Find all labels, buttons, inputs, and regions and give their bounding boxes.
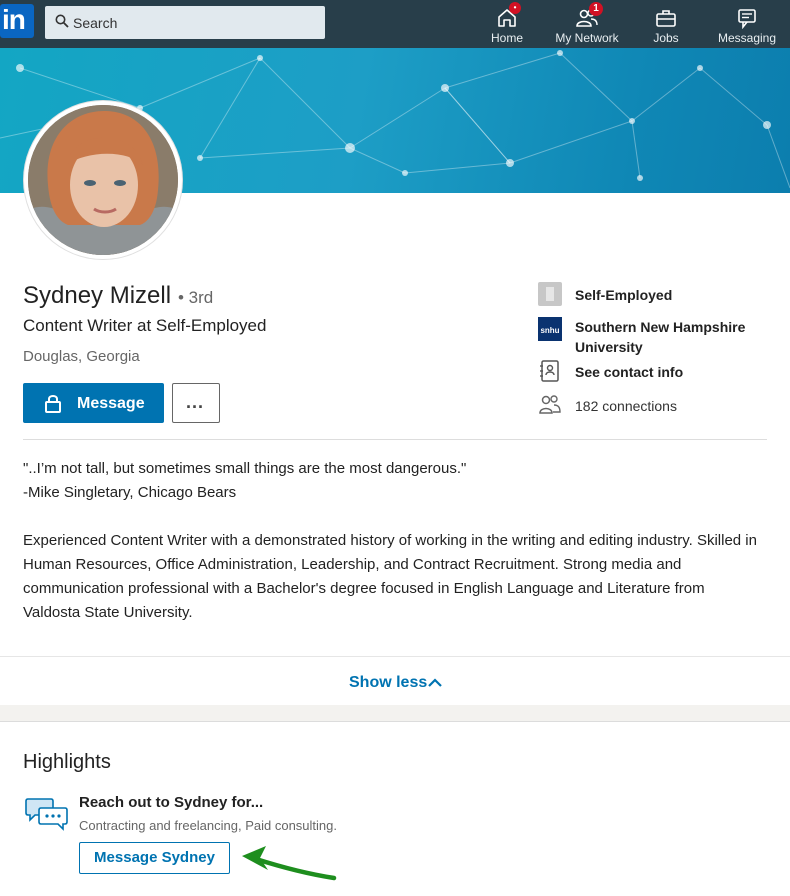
message-sydney-button[interactable]: Message Sydney [79, 842, 230, 874]
show-less-link[interactable]: Show less [349, 674, 427, 692]
nav-my-network-label: My Network [555, 31, 619, 45]
profile-name: Sydney Mizell [23, 282, 172, 309]
contact-info-label: See contact info [575, 364, 684, 380]
highlights-section: Highlights Reach out to Sydney for... Co… [0, 721, 790, 896]
more-dots-icon: ... [186, 392, 205, 412]
top-nav-bar: in Search • Home 1 My Network Jobs Messa… [0, 0, 790, 48]
highlights-title: Highlights [23, 751, 111, 773]
network-badge: 1 [589, 2, 603, 16]
nav-home-label: Home [490, 31, 523, 45]
company-icon [538, 282, 562, 306]
profile-headline: Content Writer at Self-Employed [23, 316, 267, 335]
profile-location: Douglas, Georgia [23, 348, 140, 365]
chevron-up-icon [428, 678, 442, 687]
svg-text:snhu: snhu [540, 326, 559, 335]
briefcase-icon [656, 10, 676, 27]
nav-my-network[interactable]: 1 My Network [549, 0, 625, 48]
profile-photo-image [28, 105, 178, 255]
show-less-bar[interactable]: Show less [0, 656, 790, 705]
nav-jobs-label: Jobs [653, 31, 679, 45]
connections-icon [539, 395, 561, 414]
highlights-heading: Reach out to Sydney for... [79, 794, 264, 811]
search-icon [55, 14, 69, 28]
address-book-icon [540, 360, 559, 382]
connections-label: 182 connections [575, 398, 677, 414]
nav-messaging-label: Messaging [717, 31, 777, 45]
summary-quote-line-2: -Mike Singletary, Chicago Bears [23, 484, 237, 501]
linkedin-logo[interactable]: in [0, 4, 34, 38]
snhu-logo-icon: snhu [538, 317, 562, 341]
home-notification-dot: • [509, 2, 521, 14]
summary-divider [23, 439, 767, 440]
messaging-icon [738, 9, 756, 29]
connection-degree: • 3rd [178, 288, 214, 307]
school-name: Southern New Hampshire University [575, 319, 746, 355]
search-input[interactable]: Search [45, 6, 325, 39]
lock-icon [45, 395, 61, 413]
search-placeholder: Search [73, 15, 118, 31]
nav-jobs[interactable]: Jobs [641, 0, 691, 48]
nav-home[interactable]: • Home [482, 0, 532, 48]
summary-quote: "..I’m not tall, but sometimes small thi… [23, 457, 763, 505]
highlights-subtext: Contracting and freelancing, Paid consul… [79, 818, 337, 833]
message-button[interactable]: Message [23, 383, 164, 423]
summary-quote-line-1: "..I’m not tall, but sometimes small thi… [23, 460, 467, 477]
profile-photo[interactable] [24, 101, 182, 259]
message-button-label: Message [77, 395, 145, 412]
green-arrow-annotation [242, 846, 337, 881]
company-name: Self-Employed [575, 287, 673, 303]
linkedin-logo-text: in [2, 4, 26, 35]
more-actions-button[interactable]: ... [172, 383, 220, 423]
profile-card [0, 193, 790, 705]
nav-messaging[interactable]: Messaging [713, 0, 781, 48]
chat-bubbles-icon [25, 798, 68, 831]
summary-body: Experienced Content Writer with a demons… [23, 532, 757, 621]
